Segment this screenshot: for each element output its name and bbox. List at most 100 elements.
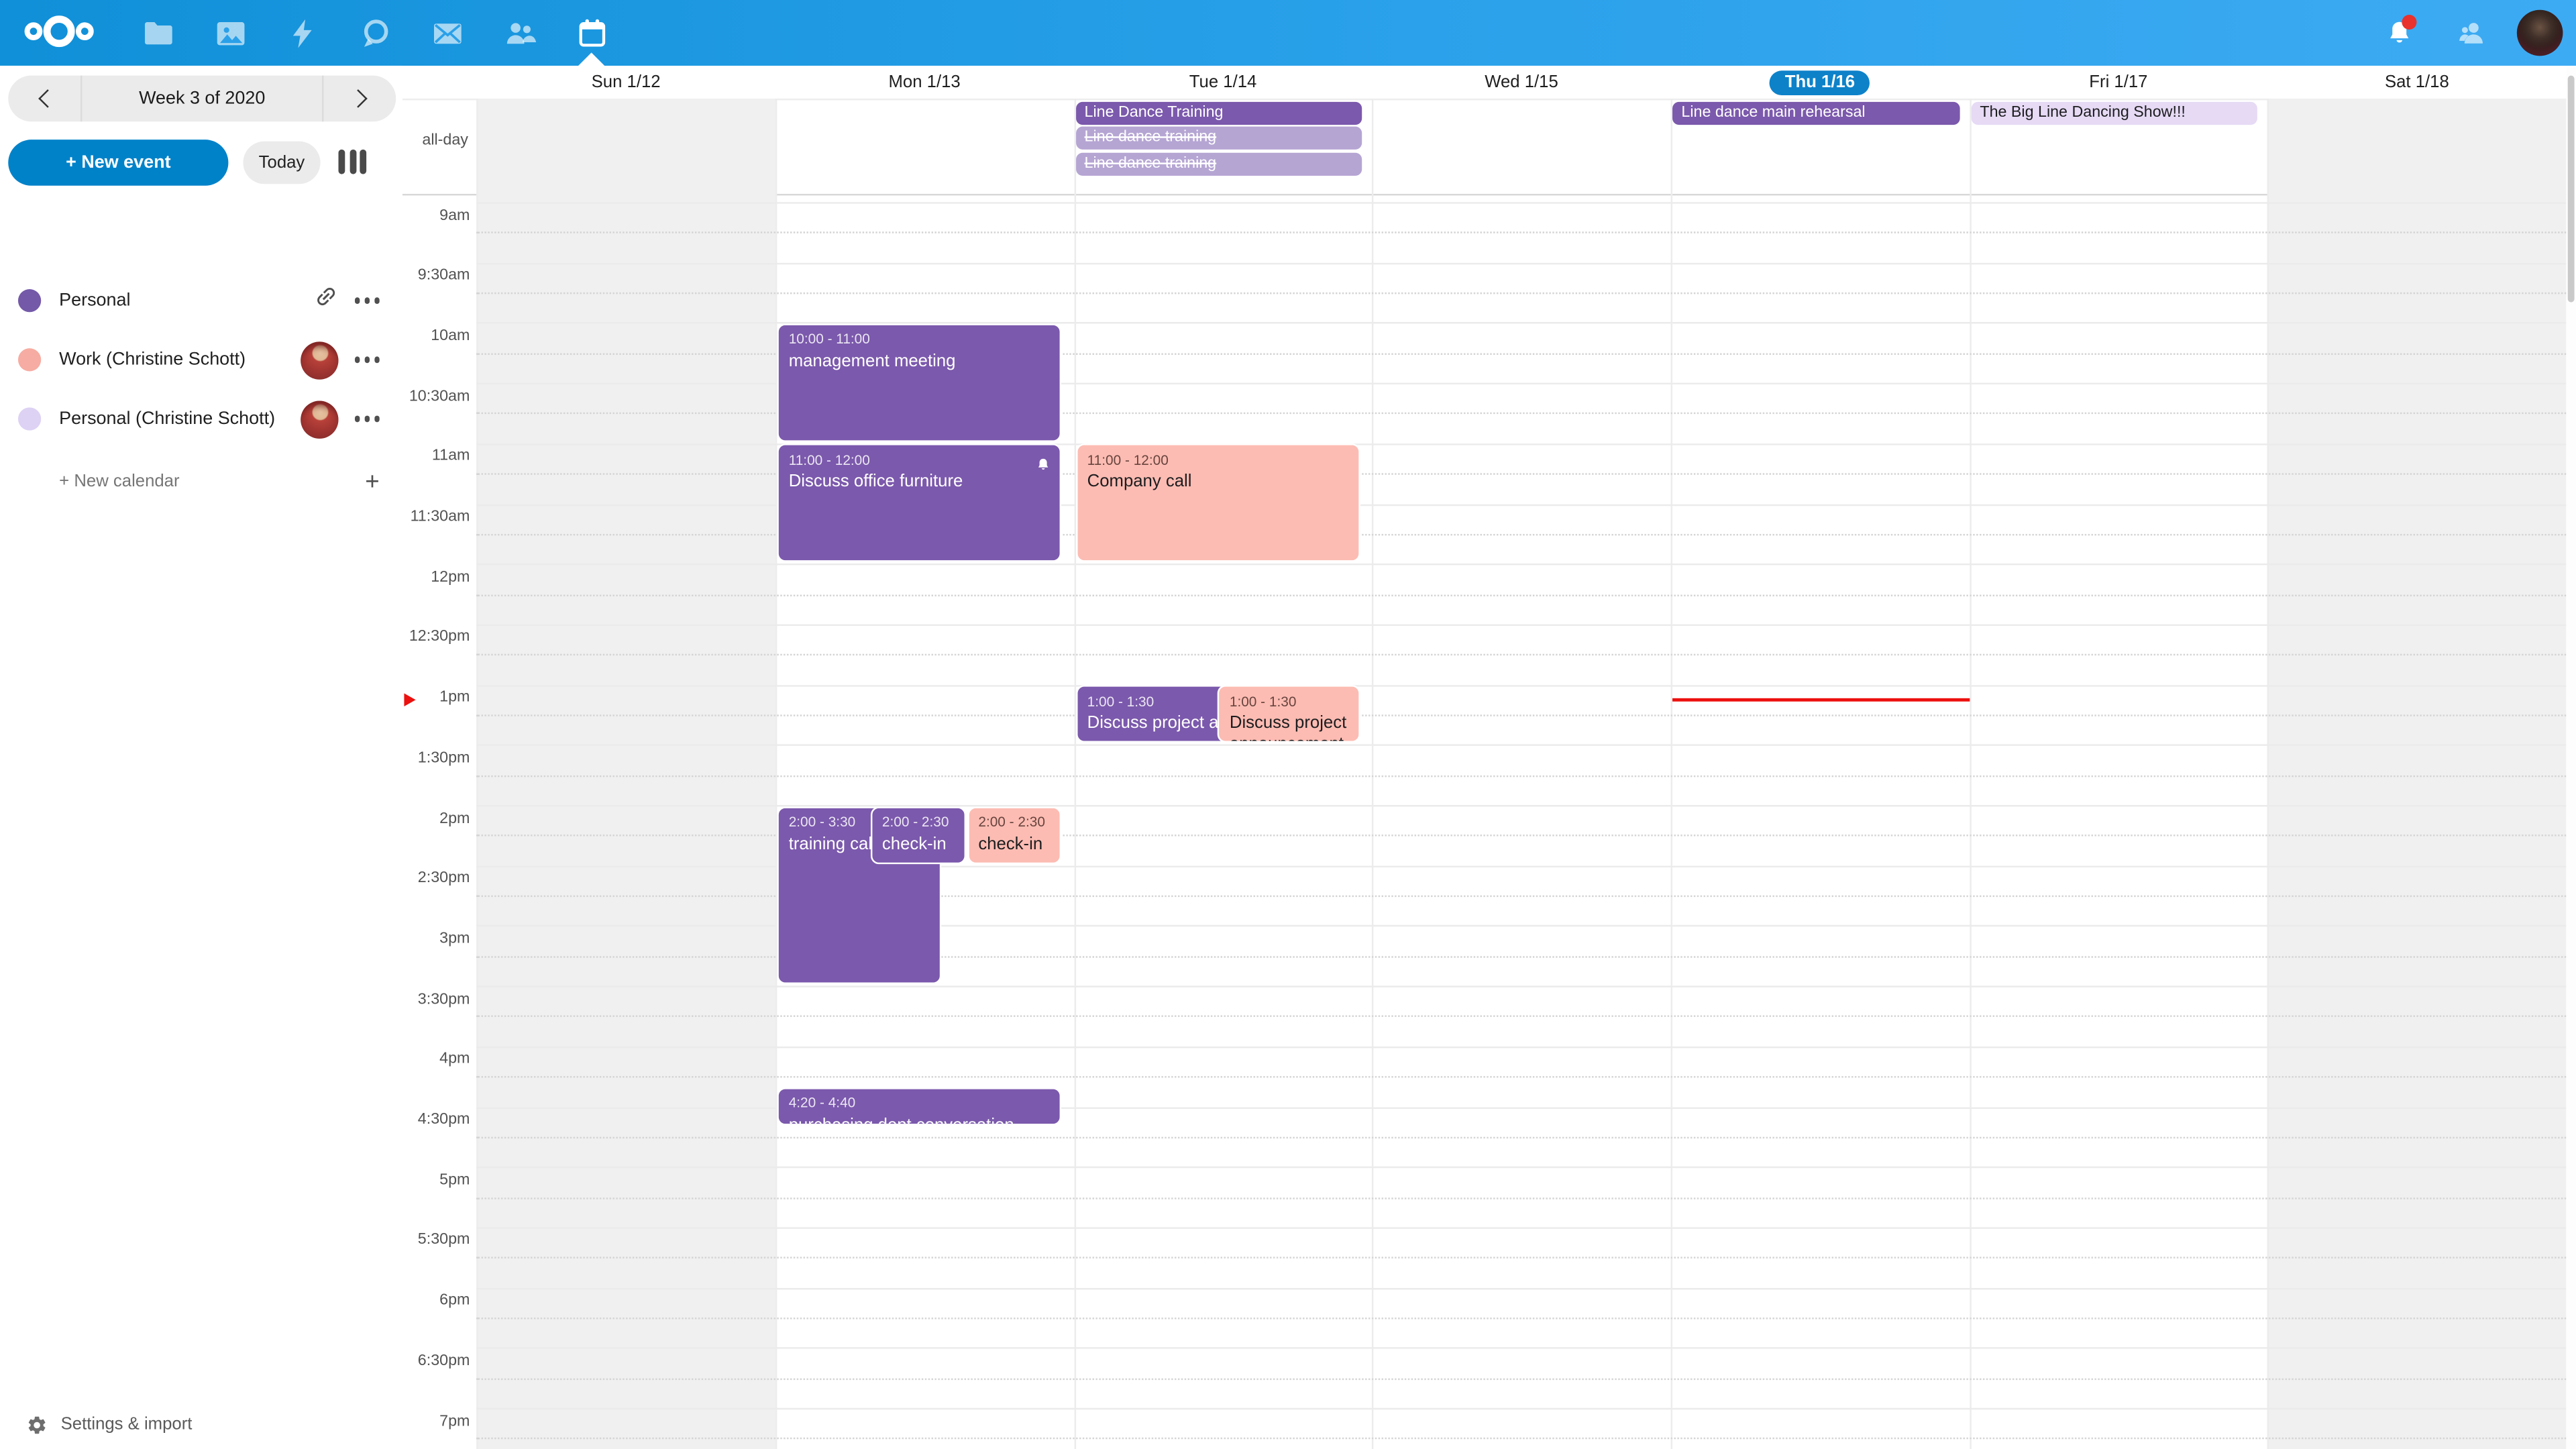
time-label-3-30pm: 3:30pm: [402, 990, 470, 1008]
allday-event-line-dance-training[interactable]: Line dance training: [1076, 152, 1362, 176]
calendar-list-item-2[interactable]: Personal (Christine Schott): [0, 389, 402, 448]
time-label-7pm: 7pm: [402, 1412, 470, 1430]
hour-line: [477, 624, 2567, 625]
previous-week-button[interactable]: [8, 76, 80, 122]
notifications-bell-icon[interactable]: [2372, 0, 2424, 66]
allday-event-line-dance-training[interactable]: Line Dance Training: [1076, 101, 1362, 125]
hour-line: [477, 1287, 2567, 1289]
hour-line: [477, 986, 2567, 987]
allday-event-line-dance-training[interactable]: Line dance training: [1076, 127, 1362, 150]
time-label-9am: 9am: [402, 206, 470, 224]
calendar-app-icon[interactable]: [555, 0, 628, 66]
photos-app-icon[interactable]: [194, 0, 266, 66]
next-week-button[interactable]: [323, 76, 396, 122]
day-column-mon-1-13[interactable]: [775, 99, 1074, 1449]
quarter-hour-line: [477, 594, 2567, 595]
grid-scrollbar[interactable]: [2565, 67, 2576, 1449]
gear-icon: [26, 1413, 48, 1435]
calendar-color-dot[interactable]: [18, 407, 41, 430]
calendar-actions-menu-icon[interactable]: [355, 357, 380, 362]
event-company-call[interactable]: 11:00 - 12:00 Company call: [1076, 444, 1360, 562]
event-check-in[interactable]: 2:00 - 2:30check-in: [967, 806, 1062, 863]
quarter-hour-line: [477, 654, 2567, 655]
event-management-meeting[interactable]: 10:00 - 11:00 management meeting: [777, 323, 1062, 441]
time-label-5pm: 5pm: [402, 1171, 470, 1189]
day-header-mon-1-13[interactable]: Mon 1/13: [775, 66, 1074, 99]
quarter-hour-line: [477, 1016, 2567, 1018]
allday-event-the-big-line-dancing-show[interactable]: The Big Line Dancing Show!!!: [1972, 101, 2258, 125]
active-app-pointer: [578, 52, 604, 66]
day-column-wed-1-15[interactable]: [1373, 99, 1671, 1449]
quarter-hour-line: [477, 1378, 2567, 1379]
event-time: 2:00 - 2:30: [882, 813, 955, 831]
event-title: management meeting: [789, 352, 1051, 372]
contacts-menu-icon[interactable]: [2445, 0, 2497, 66]
unread-notification-badge: [2402, 15, 2416, 30]
event-time: 4:20 - 4:40: [789, 1095, 1051, 1113]
day-header-wed-1-15[interactable]: Wed 1/15: [1373, 66, 1671, 99]
event-check-in[interactable]: 2:00 - 2:30 check-in: [871, 806, 967, 863]
event-title: Company call: [1087, 472, 1349, 493]
chevron-right-icon: [348, 89, 367, 108]
week-navigation: Week 3 of 2020: [8, 76, 396, 122]
calendar-list-item-1[interactable]: Work (Christine Schott): [0, 330, 402, 389]
calendar-actions-menu-icon[interactable]: [355, 298, 380, 303]
settings-import-button[interactable]: Settings & import: [0, 1400, 402, 1449]
day-column-sat-1-18[interactable]: [2267, 99, 2566, 1449]
time-label-11-30am: 11:30am: [402, 508, 470, 526]
today-button[interactable]: Today: [243, 142, 320, 184]
time-label-2pm: 2pm: [402, 809, 470, 827]
event-discuss-office-furniture[interactable]: 11:00 - 12:00Discuss office furniture: [777, 444, 1062, 562]
allday-event-line-dance-main-rehearsal[interactable]: Line dance main rehearsal: [1673, 101, 1960, 125]
top-bar-right: [2372, 0, 2563, 66]
view-mode-icon[interactable]: [338, 150, 366, 174]
calendar-item-actions: [313, 284, 379, 317]
calendar-name: Work (Christine Schott): [59, 350, 246, 370]
calendar-actions-menu-icon[interactable]: [355, 416, 380, 421]
new-event-button[interactable]: + New event: [8, 140, 228, 186]
day-header-sat-1-18[interactable]: Sat 1/18: [2267, 66, 2566, 99]
current-time-arrow-icon: [404, 692, 415, 706]
hour-line: [477, 684, 2567, 686]
shared-by-avatar: [301, 341, 338, 378]
time-label-12-30pm: 12:30pm: [402, 628, 470, 646]
quarter-hour-line: [477, 232, 2567, 233]
calendar-color-dot[interactable]: [18, 348, 41, 371]
nextcloud-calendar-app: Week 3 of 2020 + New event Today Persona…: [0, 0, 2576, 1449]
day-column-sun-1-12[interactable]: [477, 99, 775, 1449]
share-link-icon[interactable]: [313, 284, 338, 317]
time-label-4pm: 4pm: [402, 1051, 470, 1069]
user-avatar[interactable]: [2517, 10, 2563, 56]
event-title: check-in: [882, 834, 955, 855]
quarter-hour-line: [477, 775, 2567, 776]
calendar-list-item-0[interactable]: Personal: [0, 271, 402, 330]
day-column-tue-1-14[interactable]: [1074, 99, 1373, 1449]
day-column-thu-1-16[interactable]: [1670, 99, 1969, 1449]
new-calendar-button[interactable]: + New calendar +: [0, 457, 402, 506]
week-range-label[interactable]: Week 3 of 2020: [80, 76, 323, 122]
event-time: 10:00 - 11:00: [789, 331, 1051, 349]
hour-line: [477, 262, 2567, 264]
event-discuss-project-announcement[interactable]: 1:00 - 1:30Discuss project announcement: [1218, 685, 1360, 743]
activity-app-icon[interactable]: [266, 0, 339, 66]
files-app-icon[interactable]: [121, 0, 194, 66]
day-header-tue-1-14[interactable]: Tue 1/14: [1074, 66, 1373, 99]
event-purchasing-dept-conversation[interactable]: 4:20 - 4:40purchasing dept conversation: [777, 1087, 1062, 1125]
talk-app-icon[interactable]: [338, 0, 411, 66]
alarm-bell-icon: [1036, 452, 1052, 468]
day-column-fri-1-17[interactable]: [1969, 99, 2267, 1449]
scrollbar-thumb[interactable]: [2567, 76, 2575, 303]
hour-line: [477, 202, 2567, 203]
mail-app-icon[interactable]: [411, 0, 483, 66]
shared-by-avatar: [301, 400, 338, 437]
nextcloud-logo[interactable]: [23, 11, 95, 54]
day-header-thu-1-16[interactable]: Thu 1/16: [1670, 66, 1969, 99]
event-time: 11:00 - 12:00: [1087, 451, 1349, 470]
calendar-color-dot[interactable]: [18, 289, 41, 312]
event-title: Discuss project announcement: [1230, 713, 1349, 743]
day-header-sun-1-12[interactable]: Sun 1/12: [477, 66, 775, 99]
quarter-hour-line: [477, 1136, 2567, 1138]
contacts-app-icon[interactable]: [483, 0, 555, 66]
day-header-fri-1-17[interactable]: Fri 1/17: [1969, 66, 2267, 99]
calendar-item-actions: [301, 341, 380, 378]
